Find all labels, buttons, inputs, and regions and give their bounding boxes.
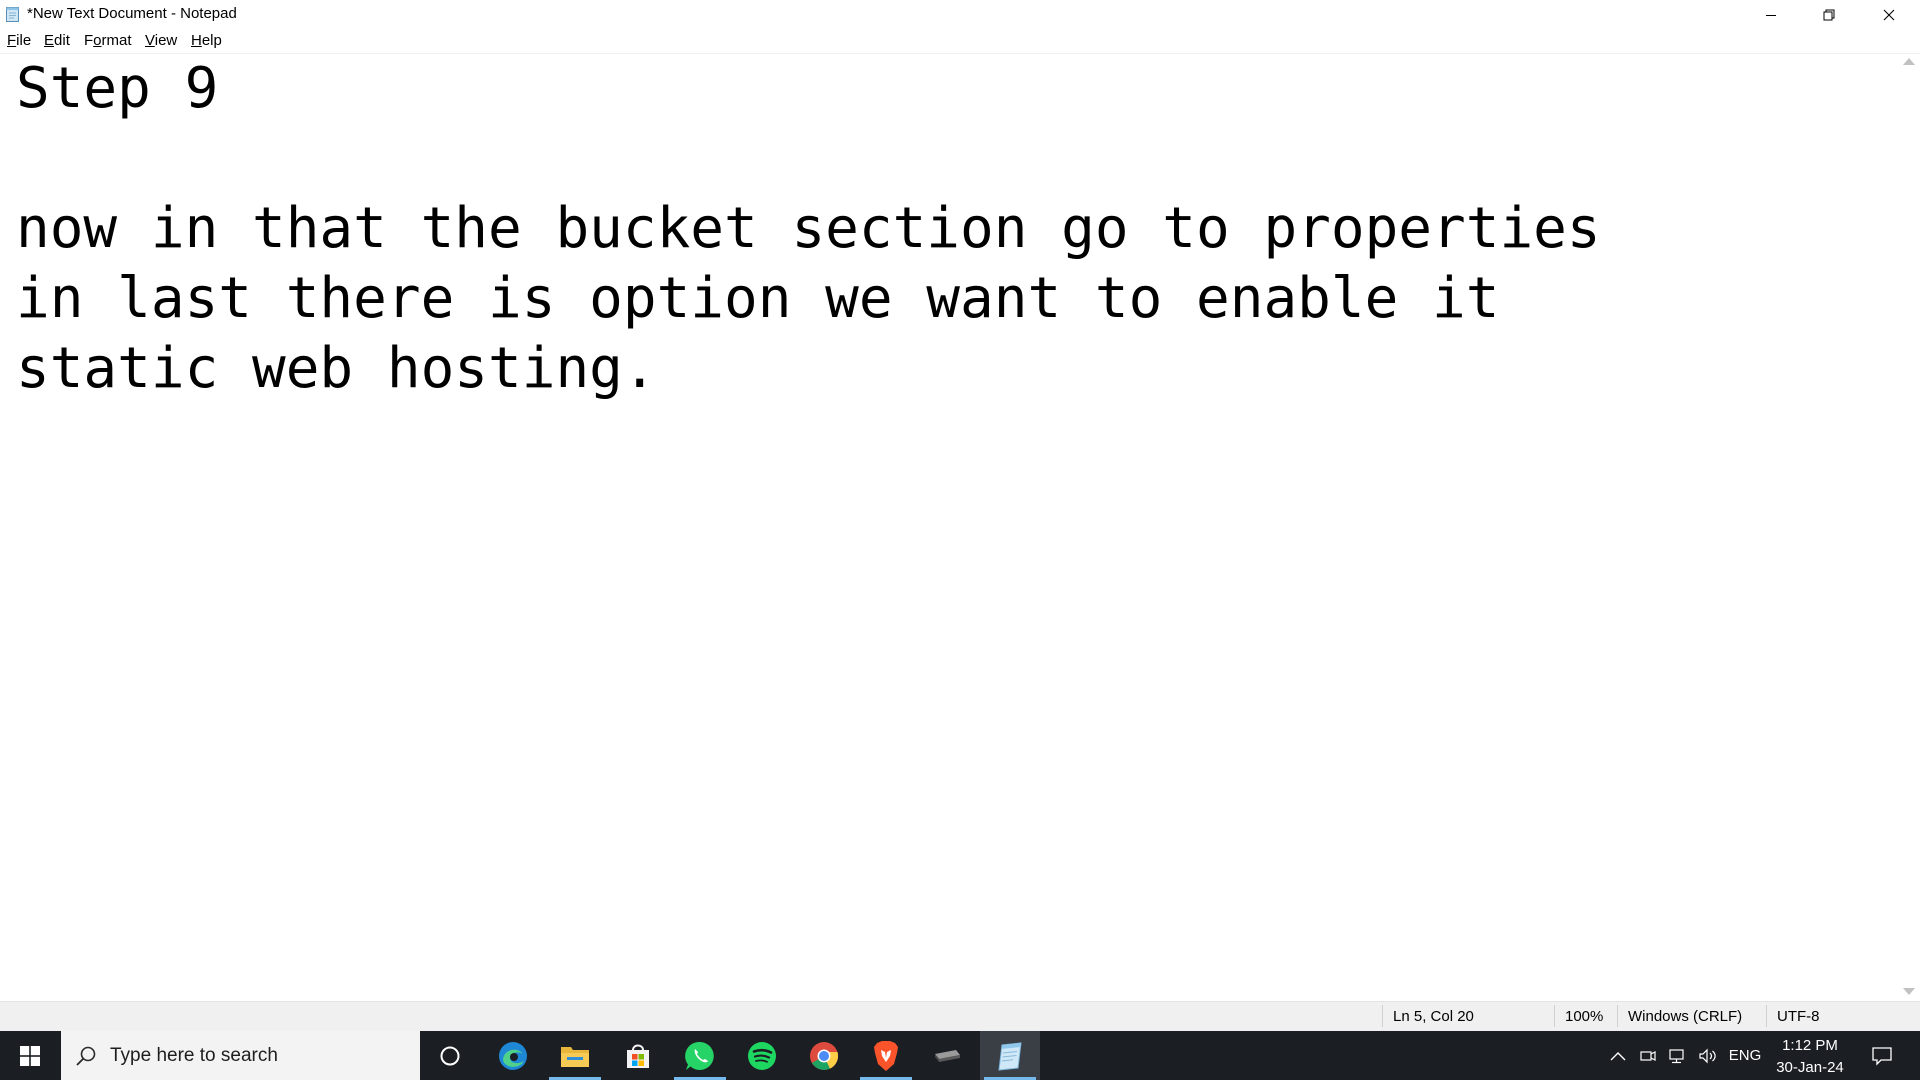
- line-ending: Windows (CRLF): [1628, 1008, 1743, 1025]
- cortana-button[interactable]: [420, 1031, 480, 1080]
- menu-help-mnemonic: H: [191, 32, 202, 49]
- restore-icon: [1823, 9, 1835, 20]
- taskbar-microsoft-store[interactable]: [608, 1031, 668, 1080]
- menu-help[interactable]: Help: [190, 32, 223, 49]
- show-hidden-icons-button[interactable]: [1606, 1031, 1630, 1080]
- status-bar: Ln 5, Col 20 100% Windows (CRLF) UTF-8: [0, 1001, 1920, 1031]
- taskbar: Type here to search ENG 1:12 PM 30-Jan-2…: [0, 1031, 1920, 1080]
- camera-app-icon: [935, 1049, 960, 1062]
- menu-help-rest: elp: [201, 32, 222, 49]
- search-placeholder: Type here to search: [110, 1045, 278, 1066]
- scroll-down-arrow-icon[interactable]: [1903, 988, 1915, 995]
- menu-edit-rest: dit: [54, 32, 70, 49]
- clock[interactable]: 1:12 PM 30-Jan-24: [1760, 1035, 1860, 1079]
- taskbar-whatsapp[interactable]: [670, 1031, 730, 1080]
- encoding: UTF-8: [1777, 1008, 1820, 1025]
- file-explorer-icon: [561, 1046, 589, 1067]
- spotify-icon: [748, 1041, 776, 1070]
- taskbar-file-explorer[interactable]: [545, 1031, 605, 1080]
- tray-meet-now[interactable]: [1636, 1031, 1660, 1080]
- chrome-icon: [810, 1041, 839, 1070]
- taskbar-spotify[interactable]: [732, 1031, 792, 1080]
- menu-format-mnemonic: o: [93, 32, 102, 49]
- text-editor-area[interactable]: Step 9 now in that the bucket section go…: [0, 54, 1899, 1001]
- menu-format-prefix: F: [84, 32, 94, 49]
- menu-bar: File Edit Format View Help: [0, 29, 1920, 54]
- menu-format-rest: rmat: [101, 32, 132, 49]
- menu-format[interactable]: Format: [83, 32, 133, 49]
- taskbar-chrome[interactable]: [794, 1031, 854, 1080]
- title-bar[interactable]: *New Text Document - Notepad: [0, 0, 1920, 29]
- camera-tray-icon: [1640, 1050, 1656, 1061]
- taskbar-search-box[interactable]: Type here to search: [61, 1031, 420, 1080]
- zoom-level: 100%: [1565, 1008, 1604, 1025]
- clock-date: 30-Jan-24: [1776, 1059, 1844, 1076]
- notepad-icon: [6, 7, 19, 22]
- document-text[interactable]: Step 9 now in that the bucket section go…: [16, 54, 1601, 404]
- status-divider: [1382, 1005, 1383, 1027]
- edge-icon: [499, 1041, 527, 1070]
- start-button[interactable]: [0, 1031, 60, 1080]
- status-divider: [1617, 1005, 1618, 1027]
- taskbar-notepad[interactable]: [980, 1031, 1040, 1080]
- menu-edit-mnemonic: E: [44, 32, 55, 49]
- menu-view-mnemonic: V: [145, 32, 155, 49]
- whatsapp-icon: [685, 1041, 714, 1070]
- tray-volume[interactable]: [1696, 1031, 1720, 1080]
- taskbar-camera-app[interactable]: [918, 1031, 978, 1080]
- tray-network[interactable]: [1666, 1031, 1690, 1080]
- minimize-icon: [1766, 14, 1776, 16]
- action-center-button[interactable]: [1862, 1031, 1902, 1080]
- menu-file[interactable]: File: [6, 32, 32, 49]
- taskbar-brave[interactable]: [856, 1031, 916, 1080]
- clock-time: 1:12 PM: [1782, 1037, 1838, 1054]
- cursor-position: Ln 5, Col 20: [1393, 1008, 1474, 1025]
- close-button[interactable]: [1858, 0, 1920, 29]
- cortana-icon: [440, 1046, 460, 1065]
- menu-edit[interactable]: Edit: [43, 32, 71, 49]
- network-icon: [1669, 1048, 1684, 1063]
- status-divider: [1554, 1005, 1555, 1027]
- vertical-scrollbar[interactable]: [1899, 54, 1920, 1001]
- status-divider: [1766, 1005, 1767, 1027]
- window-title: *New Text Document - Notepad: [27, 5, 237, 22]
- volume-icon: [1699, 1048, 1716, 1063]
- language-label: ENG: [1728, 1047, 1762, 1064]
- minimize-button[interactable]: [1742, 0, 1800, 29]
- notepad-icon: [998, 1041, 1022, 1071]
- close-icon: [1883, 9, 1895, 20]
- brave-icon: [874, 1040, 898, 1071]
- microsoft-store-icon: [627, 1044, 649, 1068]
- notification-icon: [1872, 1046, 1892, 1066]
- search-icon: [76, 1046, 96, 1066]
- maximize-button[interactable]: [1800, 0, 1858, 29]
- menu-view[interactable]: View: [144, 32, 178, 49]
- notepad-screen: *New Text Document - Notepad File Edit F…: [0, 0, 1920, 1080]
- menu-view-rest: iew: [154, 32, 178, 49]
- chevron-up-icon: [1610, 1051, 1626, 1060]
- menu-file-rest: ile: [16, 32, 32, 49]
- taskbar-edge[interactable]: [483, 1031, 543, 1080]
- menu-file-mnemonic: F: [7, 32, 17, 49]
- scroll-up-arrow-icon[interactable]: [1903, 58, 1915, 65]
- windows-logo-icon: [20, 1045, 40, 1066]
